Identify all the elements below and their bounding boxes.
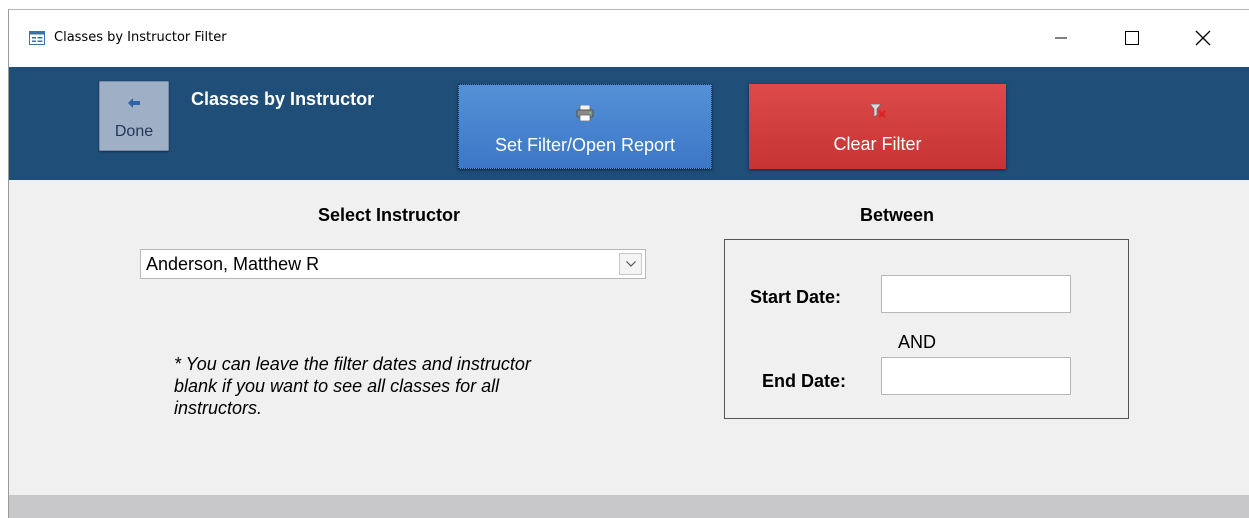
end-date-label: End Date: [762, 371, 847, 391]
clear-filter-label: Clear Filter [833, 134, 922, 154]
filter-help-note: * You can leave the filter dates and ins… [174, 354, 531, 418]
form-window: Classes by Instructor Filter Done Classe… [8, 9, 1249, 518]
done-label: Done [114, 123, 154, 140]
and-label: AND [898, 332, 937, 352]
close-icon [1195, 30, 1211, 46]
printer-icon [576, 105, 594, 121]
chevron-down-icon [625, 261, 636, 267]
dropdown-button[interactable] [619, 253, 642, 275]
back-arrow-icon [128, 98, 140, 108]
set-filter-label: Set Filter/Open Report [494, 135, 676, 155]
instructor-selected-value: Anderson, Matthew R [146, 254, 320, 274]
instructor-combo-box[interactable]: Anderson, Matthew R [140, 249, 646, 279]
clear-filter-icon [869, 104, 886, 118]
form-icon [29, 31, 45, 45]
form-footer [9, 495, 1249, 518]
window-title: Classes by Instructor Filter [54, 30, 227, 45]
maximize-icon [1125, 31, 1139, 45]
done-button[interactable]: Done [99, 81, 169, 151]
between-label: Between [860, 205, 935, 225]
start-date-input[interactable] [881, 275, 1071, 313]
form-header: Done Classes by Instructor Set Filter/Op… [9, 67, 1249, 180]
start-date-label: Start Date: [750, 287, 842, 307]
form-title: Classes by Instructor [191, 89, 375, 109]
maximize-button[interactable] [1109, 18, 1155, 58]
end-date-input[interactable] [881, 357, 1071, 395]
select-instructor-label: Select Instructor [318, 205, 461, 225]
clear-filter-button[interactable]: Clear Filter [749, 84, 1006, 169]
close-button[interactable] [1180, 18, 1226, 58]
minimize-button[interactable] [1038, 18, 1084, 58]
minimize-icon [1055, 37, 1067, 39]
set-filter-open-report-button[interactable]: Set Filter/Open Report [458, 84, 712, 169]
title-bar: Classes by Instructor Filter [9, 10, 1249, 67]
